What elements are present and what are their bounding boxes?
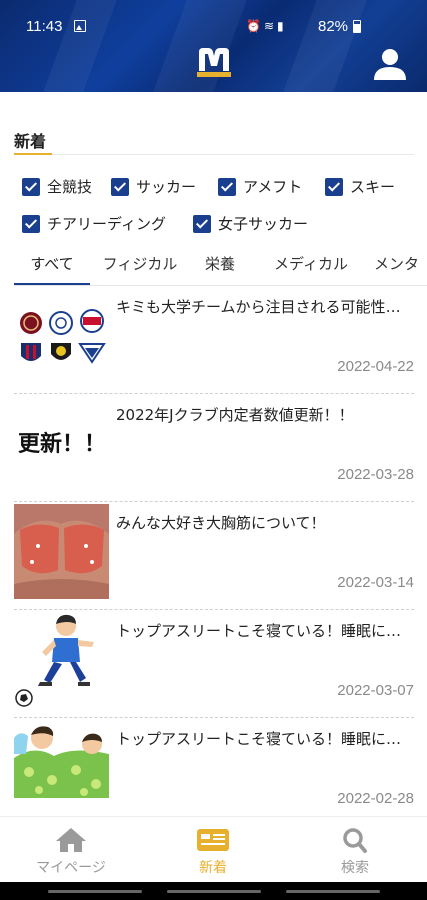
article-thumbnail-team-logos <box>14 288 109 383</box>
article-thumbnail-sleeping-kids <box>14 720 109 815</box>
filter-all-sports[interactable]: 全競技 <box>22 176 92 197</box>
filter-label: サッカー <box>136 178 197 196</box>
system-gesture-bar <box>0 882 427 900</box>
filter-american-football[interactable]: アメフト <box>218 176 302 197</box>
article-title: キミも大学チームから注目される可能性がある！ <box>116 298 414 316</box>
tab-all[interactable]: すべて <box>14 244 90 284</box>
article-date: 2022-03-14 <box>337 574 414 591</box>
checkbox-checked-icon[interactable] <box>218 177 236 196</box>
checkbox-checked-icon[interactable] <box>22 177 40 196</box>
section-title-underline <box>14 153 414 155</box>
nav-search[interactable]: 検索 <box>284 817 426 883</box>
checkbox-checked-icon[interactable] <box>111 177 129 196</box>
filter-soccer[interactable]: サッカー <box>111 176 196 197</box>
category-tabs[interactable]: すべて フィジカル 栄養 メディカル メンタ <box>14 244 427 286</box>
alarm-icon: ⏰ <box>246 19 264 33</box>
article-divider <box>14 609 414 610</box>
nav-label: 新着 <box>199 860 227 876</box>
checkbox-checked-icon[interactable] <box>325 177 343 196</box>
checkbox-checked-icon[interactable] <box>22 214 40 233</box>
filter-ski[interactable]: スキー <box>325 176 395 197</box>
article-thumbnail-soccer-runner <box>14 612 109 707</box>
filter-womens-soccer[interactable]: 女子サッカー <box>193 213 308 234</box>
status-bar: 11:43 ⏰≋▮ 82% <box>0 0 427 35</box>
article-date: 2022-02-28 <box>337 790 414 807</box>
status-time: 11:43 <box>26 18 63 35</box>
filter-label: 全競技 <box>47 178 93 196</box>
gallery-icon <box>74 20 86 32</box>
article-divider <box>14 393 414 394</box>
system-status-icons: ⏰≋▮ <box>246 19 287 33</box>
article-date: 2022-04-22 <box>337 358 414 375</box>
user-icon[interactable] <box>372 46 408 82</box>
tab-mental[interactable]: メンタ <box>374 244 427 284</box>
tab-nutrition[interactable]: 栄養 <box>198 244 242 284</box>
home-icon[interactable] <box>55 827 87 853</box>
article-date: 2022-03-28 <box>337 466 414 483</box>
battery-icon <box>353 20 361 33</box>
article-date: 2022-03-07 <box>337 682 414 699</box>
bottom-navigation: マイページ 新着 検索 <box>0 816 427 882</box>
app-header: 11:43 ⏰≋▮ 82% <box>0 0 427 92</box>
battery-percent: 82% <box>318 18 349 35</box>
thumbnail-update-text: 更新！！ <box>18 432 107 457</box>
wifi-icon: ≋ <box>263 19 278 33</box>
article-item[interactable]: みんな大好き大胸筋について！ 2022-03-14 <box>14 504 414 612</box>
article-title: トップアスリートこそ寝ている！睡眠について <box>116 730 414 748</box>
nav-label: マイページ <box>36 860 106 876</box>
article-item[interactable]: トップアスリートこそ寝ている！睡眠について 2022-03-07 <box>14 612 414 720</box>
filter-label: チアリーディング <box>47 215 166 233</box>
gesture-home[interactable] <box>167 890 261 893</box>
filter-cheerleading[interactable]: チアリーディング <box>22 213 166 234</box>
signal-icon: ▮ <box>277 19 287 33</box>
tabs-divider <box>14 285 427 286</box>
m-logo-icon[interactable] <box>196 44 232 80</box>
gesture-recents[interactable] <box>286 890 380 893</box>
filter-label: アメフト <box>243 178 303 196</box>
article-item[interactable]: 更新！！ 2022年Jクラブ内定者数値更新！！ 2022-03-28 <box>14 396 414 504</box>
checkbox-checked-icon[interactable] <box>193 214 211 233</box>
filter-label: スキー <box>350 178 396 196</box>
nav-news[interactable]: 新着 <box>142 817 284 883</box>
article-item[interactable]: キミも大学チームから注目される可能性がある！ 2022-04-22 <box>14 288 414 396</box>
search-icon[interactable] <box>339 827 371 853</box>
tab-medical[interactable]: メディカル <box>264 244 358 284</box>
gesture-back[interactable] <box>48 890 142 893</box>
article-divider <box>14 717 414 718</box>
news-icon[interactable] <box>197 827 229 853</box>
article-title: みんな大好き大胸筋について！ <box>116 514 326 532</box>
main-content[interactable]: 新着 全競技 サッカー アメフト スキー チアリーディング 女子サッカー すべて… <box>0 92 427 816</box>
article-title: 2022年Jクラブ内定者数値更新！！ <box>116 406 354 424</box>
article-thumbnail-update: 更新！！ <box>14 396 109 491</box>
tab-physical[interactable]: フィジカル <box>96 244 184 284</box>
article-title: トップアスリートこそ寝ている！睡眠について <box>116 622 414 640</box>
article-item[interactable]: トップアスリートこそ寝ている！睡眠について 2022-02-28 <box>14 720 414 816</box>
nav-mypage[interactable]: マイページ <box>0 817 142 883</box>
article-divider <box>14 501 414 502</box>
article-thumbnail-chest-muscle <box>14 504 109 599</box>
filter-label: 女子サッカー <box>218 215 309 233</box>
section-title: 新着 <box>14 132 47 151</box>
nav-label: 検索 <box>341 860 369 876</box>
